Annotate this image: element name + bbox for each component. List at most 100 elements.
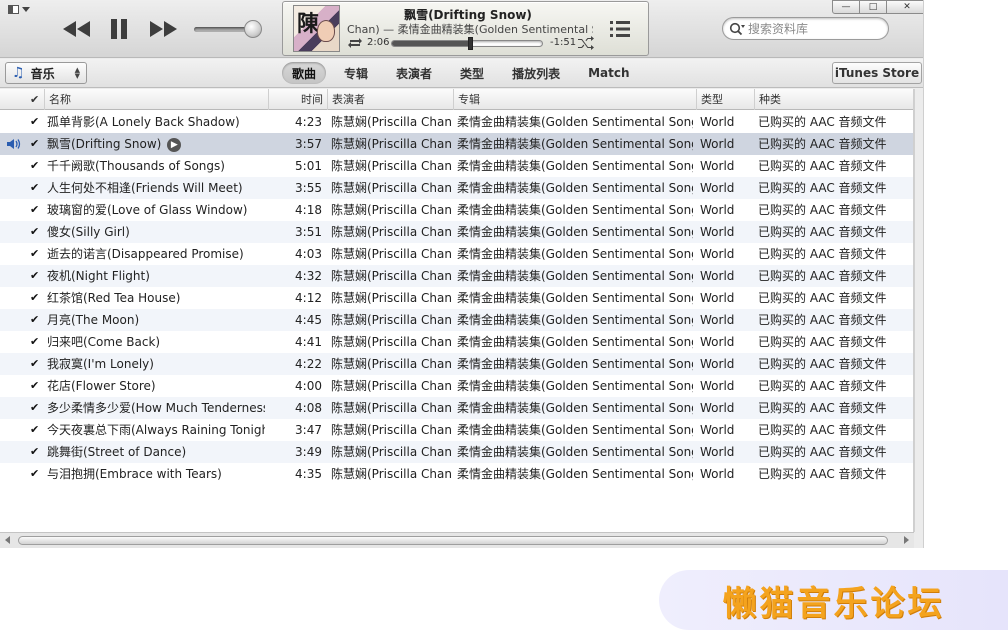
- tab-1[interactable]: 专辑: [334, 62, 378, 84]
- speaker-icon: [6, 133, 26, 155]
- volume-slider[interactable]: [194, 20, 268, 38]
- playback-progress-bar[interactable]: [391, 37, 543, 50]
- track-checkbox[interactable]: ✔: [30, 265, 42, 287]
- tab-2[interactable]: 表演者: [386, 62, 442, 84]
- track-checkbox[interactable]: ✔: [30, 133, 42, 155]
- column-header-artist[interactable]: 表演者: [327, 89, 453, 110]
- track-kind: 已购买的 AAC 音频文件: [758, 159, 887, 173]
- watermark-text: 懒猫音乐论坛: [722, 583, 945, 624]
- scroll-right-arrow-icon[interactable]: [904, 536, 909, 544]
- table-row[interactable]: ✔ 归来吧(Come Back) 4:41 陈慧娴(Priscilla Chan) 柔情…: [0, 331, 913, 353]
- track-name: 红茶馆(Red Tea House): [47, 287, 265, 309]
- track-checkbox[interactable]: ✔: [30, 331, 42, 353]
- track-checkbox[interactable]: ✔: [30, 309, 42, 331]
- maximize-button[interactable]: □: [859, 0, 887, 14]
- itunes-store-button[interactable]: iTunes Store: [832, 62, 922, 84]
- track-name-text: 傻女(Silly Girl): [47, 225, 130, 239]
- track-name-text: 人生何处不相逢(Friends Will Meet): [47, 181, 243, 195]
- track-kind: 已购买的 AAC 音频文件: [758, 137, 887, 151]
- volume-knob[interactable]: [244, 20, 263, 38]
- table-row[interactable]: ✔ 傻女(Silly Girl) 3:51 陈慧娴(Priscilla Chan) 柔情…: [0, 221, 913, 243]
- app-menu-button[interactable]: [8, 3, 36, 15]
- repeat-icon[interactable]: [347, 36, 363, 50]
- track-checkbox[interactable]: ✔: [30, 353, 42, 375]
- column-header-name[interactable]: 名称: [44, 89, 268, 110]
- tab-0[interactable]: 歌曲: [282, 62, 327, 84]
- track-name: 我寂寞(I'm Lonely): [47, 353, 265, 375]
- close-button[interactable]: ✕: [886, 0, 923, 14]
- horizontal-scrollbar[interactable]: [0, 532, 914, 548]
- minimize-button[interactable]: —: [832, 0, 860, 14]
- table-row[interactable]: ✔ 孤单背影(A Lonely Back Shadow) 4:23 陈慧娴(Prisc…: [0, 111, 913, 133]
- scroll-left-arrow-icon[interactable]: [5, 536, 10, 544]
- track-checkbox[interactable]: ✔: [30, 287, 42, 309]
- track-name: 千千阙歌(Thousands of Songs): [47, 155, 265, 177]
- track-kind: 已购买的 AAC 音频文件: [758, 291, 887, 305]
- track-time: 4:12: [295, 291, 322, 305]
- search-box[interactable]: [722, 17, 889, 40]
- track-checkbox[interactable]: ✔: [30, 155, 42, 177]
- tab-5[interactable]: Match: [578, 62, 639, 84]
- track-name: 玻璃窗的爱(Love of Glass Window): [47, 199, 265, 221]
- table-row[interactable]: ✔ 千千阙歌(Thousands of Songs) 5:01 陈慧娴(Priscil…: [0, 155, 913, 177]
- table-row[interactable]: ✔ 人生何处不相逢(Friends Will Meet) 3:55 陈慧娴(Prisc…: [0, 177, 913, 199]
- table-row[interactable]: ✔ 玻璃窗的爱(Love of Glass Window) 4:18 陈慧娴(Pris…: [0, 199, 913, 221]
- column-header-kind[interactable]: 种类: [754, 89, 913, 110]
- up-next-list-icon[interactable]: [609, 19, 631, 39]
- previous-track-button[interactable]: [60, 16, 94, 42]
- itunes-window: 陳 飘雪(Drifting Snow) Chan) — 柔情金曲精装集(Gold…: [0, 0, 924, 548]
- track-name-text: 逝去的诺言(Disappeared Promise): [47, 247, 244, 261]
- table-row[interactable]: ✔ 飘雪(Drifting Snow) ▶ 3:57 陈慧娴(Priscilla Cha…: [0, 133, 913, 155]
- track-checkbox[interactable]: ✔: [30, 111, 42, 133]
- track-checkbox[interactable]: ✔: [30, 375, 42, 397]
- vertical-scrollbar[interactable]: [914, 89, 923, 532]
- track-name-text: 红茶馆(Red Tea House): [47, 291, 181, 305]
- next-track-button[interactable]: [146, 16, 180, 42]
- horizontal-scroll-thumb[interactable]: [18, 536, 888, 545]
- track-checkbox[interactable]: ✔: [30, 397, 42, 419]
- track-checkbox[interactable]: ✔: [30, 441, 42, 463]
- track-checkbox[interactable]: ✔: [30, 199, 42, 221]
- track-album: 柔情金曲精装集(Golden Sentimental Song...: [457, 379, 693, 393]
- track-time: 4:23: [295, 115, 322, 129]
- table-row[interactable]: ✔ 多少柔情多少爱(How Much Tenderness) 4:08 陈慧娴(Pri…: [0, 397, 913, 419]
- table-row[interactable]: ✔ 逝去的诺言(Disappeared Promise) 4:03 陈慧娴(Prisc…: [0, 243, 913, 265]
- table-row[interactable]: ✔ 今天夜裏总下雨(Always Raining Tonight) 3:47 陈慧娴(…: [0, 419, 913, 441]
- track-checkbox[interactable]: ✔: [30, 419, 42, 441]
- track-genre: World: [700, 445, 735, 459]
- tab-3[interactable]: 类型: [450, 62, 494, 84]
- table-row[interactable]: ✔ 我寂寞(I'm Lonely) 4:22 陈慧娴(Priscilla Chan) 柔…: [0, 353, 913, 375]
- track-checkbox[interactable]: ✔: [30, 243, 42, 265]
- pause-button[interactable]: [106, 16, 132, 42]
- progress-thumb[interactable]: [468, 37, 474, 50]
- table-row[interactable]: ✔ 红茶馆(Red Tea House) 4:12 陈慧娴(Priscilla Cha…: [0, 287, 913, 309]
- column-header-album[interactable]: 专辑: [453, 89, 696, 110]
- library-selector[interactable]: ♫ 音乐 ▲ ▼: [5, 62, 87, 84]
- rewind-icon: [63, 21, 90, 37]
- track-checkbox[interactable]: ✔: [30, 177, 42, 199]
- shuffle-icon[interactable]: [577, 36, 595, 50]
- track-options-arrow-icon[interactable]: ▶: [167, 137, 182, 152]
- table-row[interactable]: ✔ 与泪抱拥(Embrace with Tears) 4:35 陈慧娴(Priscil…: [0, 463, 913, 485]
- album-art-portrait: [317, 20, 335, 42]
- track-album: 柔情金曲精装集(Golden Sentimental Song...: [457, 269, 693, 283]
- column-header-genre[interactable]: 类型: [696, 89, 754, 110]
- tab-4[interactable]: 播放列表: [502, 62, 570, 84]
- table-row[interactable]: ✔ 花店(Flower Store) 4:00 陈慧娴(Priscilla Chan)…: [0, 375, 913, 397]
- table-row[interactable]: ✔ 月亮(The Moon) 4:45 陈慧娴(Priscilla Chan) 柔情金曲…: [0, 309, 913, 331]
- track-album: 柔情金曲精装集(Golden Sentimental Song...: [457, 247, 693, 261]
- column-header-check[interactable]: ✔: [26, 89, 44, 110]
- window-controls: — □ ✕: [832, 0, 923, 14]
- track-album: 柔情金曲精装集(Golden Sentimental Song...: [457, 335, 693, 349]
- view-tabs: 歌曲 专辑 表演者 类型 播放列表 Match: [282, 62, 648, 84]
- search-input[interactable]: [748, 21, 878, 36]
- column-header-time[interactable]: 时间: [268, 89, 327, 110]
- table-row[interactable]: ✔ 跳舞街(Street of Dance) 3:49 陈慧娴(Priscilla C…: [0, 441, 913, 463]
- remaining-time: -1:51: [550, 37, 577, 48]
- table-row[interactable]: ✔ 夜机(Night Flight) 4:32 陈慧娴(Priscilla Chan)…: [0, 265, 913, 287]
- track-checkbox[interactable]: ✔: [30, 463, 42, 485]
- track-time: 4:41: [295, 335, 322, 349]
- track-time: 3:51: [295, 225, 322, 239]
- album-art[interactable]: 陳: [293, 5, 340, 52]
- track-checkbox[interactable]: ✔: [30, 221, 42, 243]
